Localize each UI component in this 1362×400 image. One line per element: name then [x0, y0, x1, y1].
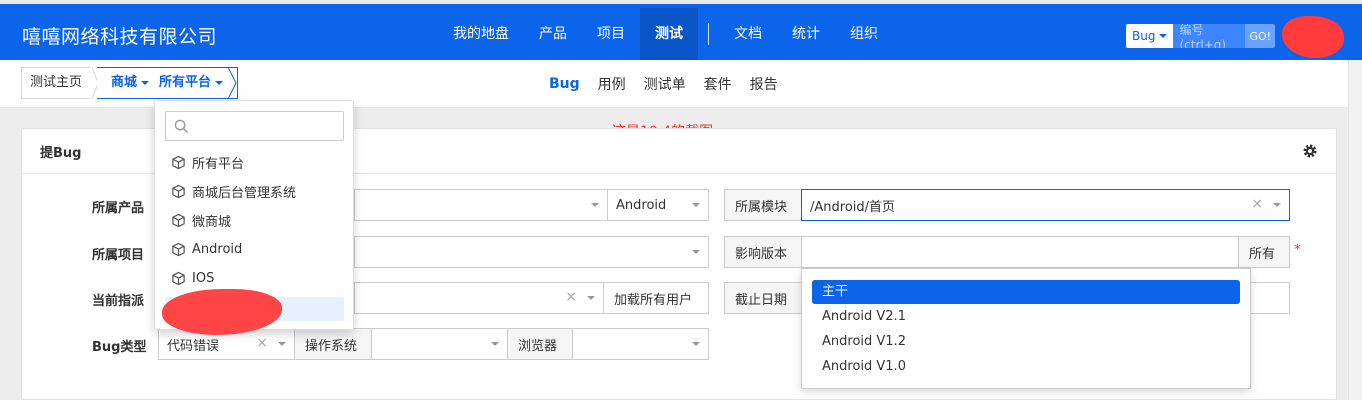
cube-icon	[172, 271, 185, 285]
subnav-bug[interactable]: Bug	[540, 76, 589, 92]
global-search: Bug 编号(ctrl+g) GO!	[1126, 24, 1276, 48]
search-input[interactable]: 编号(ctrl+g)	[1173, 24, 1246, 48]
platform-item-android[interactable]: Android	[171, 237, 242, 261]
required-mark: *	[1294, 242, 1301, 258]
nav-project[interactable]: 项目	[582, 8, 640, 60]
company-brand[interactable]: 嘻嘻网络科技有限公司	[22, 22, 217, 49]
clear-icon[interactable]: ×	[1251, 196, 1263, 212]
version-option-v12[interactable]: Android V1.2	[812, 330, 1240, 354]
deadline-addon: 截止日期	[724, 282, 802, 314]
platform-item-ios[interactable]: IOS	[171, 266, 214, 290]
assign-select[interactable]: ×	[354, 282, 604, 314]
version-option-trunk[interactable]: 主干	[812, 280, 1240, 304]
subnav-testtask[interactable]: 测试单	[635, 74, 695, 94]
project-select[interactable]	[354, 236, 709, 268]
platform-item-label: Android	[192, 241, 243, 257]
platform-item-label: 微商城	[192, 214, 232, 230]
project-label: 所属项目	[92, 248, 145, 263]
platform-value: Android	[616, 197, 667, 213]
chevron-down-icon	[491, 342, 499, 346]
caret-down-icon	[1159, 34, 1168, 38]
version-dropdown: 主干 Android V2.1 Android V1.2 Android V1.…	[801, 268, 1251, 389]
browser-select[interactable]	[572, 328, 709, 360]
search-go-button[interactable]: GO!	[1245, 24, 1276, 48]
platform-item-admin[interactable]: 商城后台管理系统	[171, 179, 296, 203]
platform-search-input[interactable]	[165, 111, 344, 141]
platform-select[interactable]: Android	[607, 189, 709, 221]
nav-doc[interactable]: 文档	[719, 8, 777, 60]
platform-item-all[interactable]: 所有平台	[171, 150, 244, 174]
breadcrumb-platform-label: 所有平台	[159, 75, 212, 90]
chevron-down-icon	[692, 250, 700, 254]
platform-item-label: 所有平台	[192, 156, 245, 172]
version-all-button[interactable]: 所有	[1238, 236, 1290, 268]
cube-icon	[172, 184, 185, 198]
caret-down-icon	[141, 80, 150, 85]
cube-icon	[172, 155, 185, 169]
platform-item-wechat[interactable]: 微商城	[171, 208, 231, 232]
subnav-report[interactable]: 报告	[741, 74, 787, 94]
module-addon: 所属模块	[724, 189, 802, 221]
version-select[interactable]	[801, 236, 1239, 268]
chevron-down-icon	[1273, 203, 1281, 207]
clear-icon[interactable]: ×	[565, 289, 577, 305]
gear-icon[interactable]	[1302, 143, 1318, 159]
chevron-down-icon	[278, 342, 286, 346]
search-icon	[174, 119, 189, 134]
module-select[interactable]: /Android/首页 ×	[801, 189, 1290, 221]
breadcrumb-product[interactable]: 商城	[111, 68, 150, 98]
nav-product[interactable]: 产品	[524, 8, 582, 60]
nav-test[interactable]: 测试	[640, 8, 698, 60]
chevron-down-icon	[692, 342, 700, 346]
load-all-users-button[interactable]: 加载所有用户	[603, 282, 709, 314]
top-navbar: 嘻嘻网络科技有限公司 我的地盘 产品 项目 测试 文档 统计 组织 Bug 编号…	[0, 0, 1362, 60]
breadcrumb-platform[interactable]: 所有平台	[159, 68, 224, 98]
page-scrollbar[interactable]	[1348, 60, 1362, 400]
version-addon: 影响版本	[724, 236, 802, 268]
browser-addon: 浏览器	[507, 328, 573, 360]
assign-label: 当前指派	[92, 294, 145, 309]
breadcrumb-product-switcher[interactable]: 商城 所有平台	[97, 67, 239, 99]
chevron-down-icon	[692, 203, 700, 207]
product-select[interactable]	[354, 189, 608, 221]
bugtype-label: Bug类型	[92, 340, 147, 355]
nav-stats[interactable]: 统计	[777, 8, 835, 60]
platform-item-label: 商城后台管理系统	[192, 185, 297, 201]
cube-icon	[172, 242, 185, 256]
main-nav: 我的地盘 产品 项目 测试 文档 统计 组织	[438, 8, 893, 60]
subnav-suite[interactable]: 套件	[695, 74, 741, 94]
avatar[interactable]	[1282, 16, 1344, 58]
os-select[interactable]	[371, 328, 508, 360]
nav-org[interactable]: 组织	[835, 8, 893, 60]
search-type-select[interactable]: Bug	[1126, 24, 1174, 48]
platform-item-label: IOS	[192, 270, 215, 286]
clear-icon[interactable]: ×	[256, 335, 268, 351]
os-addon: 操作系统	[294, 328, 372, 360]
nav-divider	[708, 23, 709, 45]
breadcrumb-test-home[interactable]: 测试主页	[21, 67, 91, 99]
chevron-down-icon	[587, 296, 595, 300]
breadcrumb-tip-icon	[228, 67, 237, 99]
version-option-v21[interactable]: Android V2.1	[812, 305, 1240, 329]
search-type-label: Bug	[1132, 29, 1156, 43]
bugtype-value: 代码错误	[167, 338, 220, 354]
cube-icon	[172, 213, 185, 227]
panel-title: 提Bug	[40, 145, 82, 161]
chevron-down-icon	[591, 203, 599, 207]
version-option-v10[interactable]: Android V1.0	[812, 355, 1240, 379]
caret-down-icon	[215, 80, 224, 85]
test-subnav: Bug 用例 测试单 套件 报告	[540, 60, 787, 108]
module-value: /Android/首页	[810, 199, 896, 215]
breadcrumb-product-label: 商城	[111, 75, 138, 90]
subnav-case[interactable]: 用例	[589, 74, 635, 94]
product-label: 所属产品	[92, 201, 145, 216]
nav-my-space[interactable]: 我的地盘	[438, 8, 524, 60]
